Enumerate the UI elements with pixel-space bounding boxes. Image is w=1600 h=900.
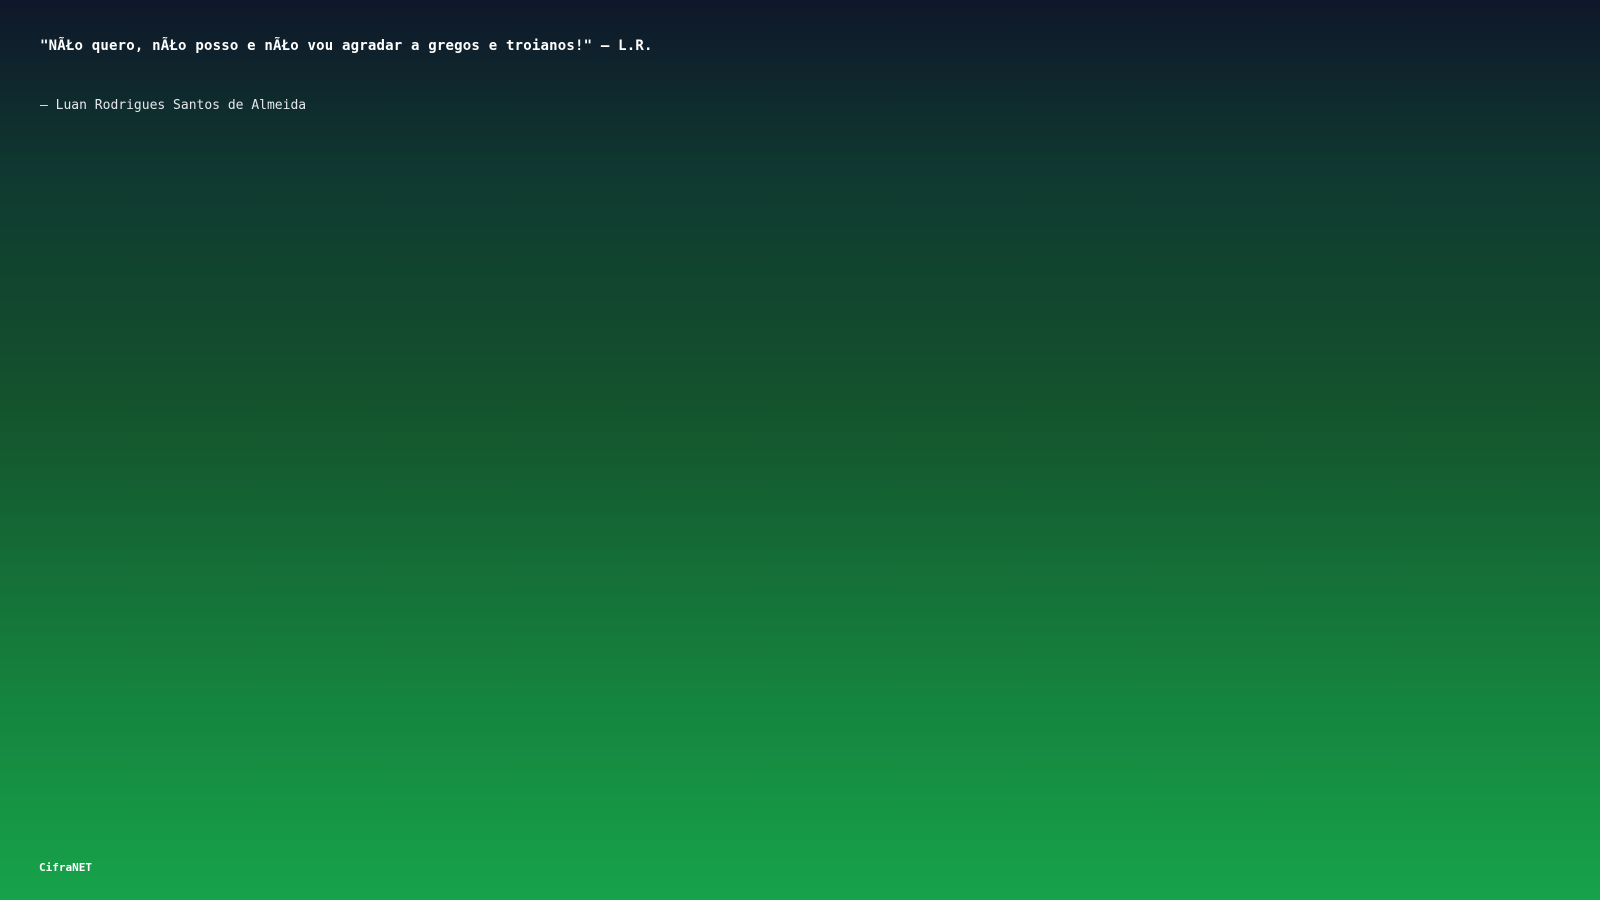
quote-text: "NÃŁo quero, nÃŁo posso e nÃŁo vou agrad… bbox=[40, 38, 653, 54]
brand-label: CifraNET bbox=[39, 861, 92, 874]
quote-author: — Luan Rodrigues Santos de Almeida bbox=[40, 98, 307, 113]
